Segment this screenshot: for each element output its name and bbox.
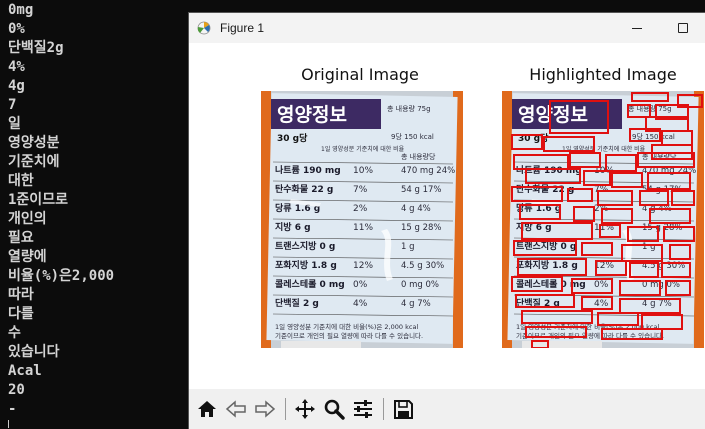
label-total-hint: 총 내용량 75g [387,104,431,113]
configure-icon [354,400,372,418]
label-row-total: 4 g 4% [401,204,431,214]
label-row-pct: 0% [353,280,368,290]
label-row-name: 나트륨 190 mg [275,164,341,176]
zoom-icon [324,399,345,420]
terminal-line: 20 [8,382,25,398]
terminal-line: 단백질2g [8,40,64,56]
label-col-total: 총 내용량당 [401,152,436,161]
toolbar-separator [285,398,286,420]
maximize-icon [678,23,688,33]
home-button[interactable] [193,395,221,423]
label-row-total: 15 g 28% [401,223,442,233]
zoom-button[interactable] [320,395,348,423]
terminal-line: 일 [8,116,21,132]
terminal-output: 0mg 0% 단백질2g 4% 4g 7 일영양성분기준치에대한 1준이므로개인의필요열량에비… [8,1,114,419]
toolbar-separator [383,398,384,420]
terminal-cursor [8,420,17,428]
label-row-name: 탄수화물 22 g [516,183,574,195]
terminal-line: 4g [8,78,25,94]
label-row-name: 지방 6 g [275,221,311,233]
label-heading: 영양정보 [518,104,588,126]
label-row-name: 포화지방 1.8 g [275,259,337,271]
terminal-line: 기준치에 [8,154,60,170]
label-row-name: 콜레스테롤 0 mg [275,278,345,290]
label-row-total: 470 mg 24% [401,166,455,176]
label-row-total: 4 g 7% [401,299,431,309]
figure-window: Figure 1 Original Image Highlighted Imag… [188,12,705,429]
label-row-pct: 11% [353,223,373,233]
label-row-total: 0 mg 0% [401,280,439,290]
label-col-daily: 1일 영양성분 기준치에 대한 비율 [321,145,405,153]
navigation-toolbar [189,389,705,429]
label-row-total: 1 g [642,242,656,252]
label-calories-hint: 9당 150 kcal [391,132,434,141]
label-row-pct: 12% [353,261,373,271]
terminal-line: 열량에 [8,249,47,265]
terminal-line: 4% [8,59,25,75]
terminal-line: 대한 [8,173,34,189]
terminal-line: 0mg [8,2,34,18]
label-footer: 1일 영양성분 기준치에 대한 비율(%)은 2,000 kcal [275,322,418,331]
terminal-line: 7 [8,97,17,113]
terminal-line: 1준이므로 [8,192,68,208]
label-row-total: 54 g 17% [401,185,442,195]
window-title: Figure 1 [220,21,265,35]
original-image: 영양정보 총 내용량 75g 9당 150 kcal 30 g당 1일 영양성분 기준치… [261,91,463,348]
label-row-pct: 7% [353,185,368,195]
label-calories-hint: 9당 150 kcal [632,132,675,141]
label-row-name: 탄수화물 22 g [275,183,333,195]
terminal-line: 수 [8,325,21,341]
terminal-line: Acal [8,363,42,379]
highlighted-image-title: Highlighted Image [529,65,677,84]
label-row-name: 포화지방 1.8 g [516,259,578,271]
original-image-title: Original Image [301,65,419,84]
pan-icon [295,399,315,419]
save-icon [394,400,413,419]
terminal-window[interactable]: 0mg 0% 단백질2g 4% 4g 7 일영양성분기준치에대한 1준이므로개인의필요열량에비… [0,0,190,428]
label-footer: 기준이므로 개인의 필요 열량에 따라 다를 수 있습니다. [275,331,423,340]
terminal-line: - [8,401,17,417]
terminal-line: 영양성분 [8,135,60,151]
label-row-pct: 10% [353,166,373,176]
terminal-line: 개인의 [8,211,47,227]
original-nutrition-label: 영양정보 총 내용량 75g 9당 150 kcal 30 g당 1일 영양성분 기준치… [261,91,463,348]
label-row-name: 단백질 2 g [275,297,319,309]
terminal-line: 비율(%)은2,000 [8,268,115,284]
label-row-pct: 2% [353,204,368,214]
label-row-total: 4.5 g 30% [401,261,444,271]
terminal-line: 따라 [8,287,34,303]
terminal-line: 0% [8,21,25,37]
label-row-pct: 4% [594,299,609,309]
matplotlib-icon [197,21,211,35]
label-heading: 영양정보 [277,104,347,126]
pan-button[interactable] [291,395,319,423]
figure-canvas[interactable]: Original Image Highlighted Image 영양정보총 내… [189,43,705,389]
back-button[interactable] [222,395,250,423]
highlighted-image: 영양정보 총 내용량 75g 9당 150 kcal 30 g당 1일 영양성분 기준치… [502,91,704,348]
save-button[interactable] [389,395,417,423]
label-row-pct: 4% [353,299,368,309]
minimize-button[interactable] [614,13,660,43]
back-icon [225,400,246,418]
minimize-icon [632,27,642,29]
title-bar[interactable]: Figure 1 [189,13,705,43]
terminal-line: 필요 [8,230,34,246]
label-bottom-strip [281,341,361,348]
terminal-line: 있습니다 [8,344,60,360]
terminal-line: 다를 [8,306,34,322]
configure-button[interactable] [349,395,377,423]
maximize-button[interactable] [660,13,705,43]
highlighted-nutrition-label: 영양정보 총 내용량 75g9당 150 kcal30 g당1일 영양성분 기준치… [502,91,704,348]
label-row-pct: 12% [594,261,614,271]
label-row-total: 1 g [401,242,415,252]
label-row-name: 트랜스지방 0 g [275,240,335,252]
label-row-total: 4 g 7% [642,299,672,309]
forward-icon [255,400,276,418]
home-icon [198,401,216,417]
forward-button[interactable] [251,395,279,423]
label-bottom-strip [522,341,602,348]
label-serving: 30 g당 [277,132,308,144]
label-row-pct: 0% [594,280,609,290]
